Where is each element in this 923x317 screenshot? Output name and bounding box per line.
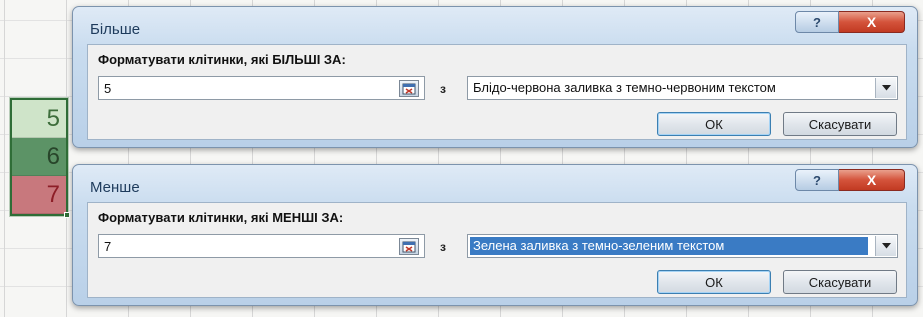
chevron-down-icon[interactable]	[875, 236, 896, 256]
cell-value[interactable]: 6	[12, 138, 66, 176]
ok-button[interactable]: ОК	[657, 270, 771, 294]
threshold-value-input[interactable]	[98, 76, 425, 100]
window-controls: ? X	[795, 11, 905, 33]
collapse-dialog-icon[interactable]	[399, 238, 419, 255]
with-label: з	[440, 240, 446, 254]
fill-handle[interactable]	[64, 212, 70, 218]
dialog-title: Менше	[90, 179, 140, 196]
window-controls: ? X	[795, 169, 905, 191]
format-selected-value: Блідо-червона заливка з темно-червоним т…	[473, 80, 776, 95]
dialog-title: Більше	[90, 21, 141, 38]
close-button[interactable]: X	[839, 169, 905, 191]
format-dropdown[interactable]: Блідо-червона заливка з темно-червоним т…	[467, 76, 898, 100]
format-prompt: Форматувати клітинки, які БІЛЬШІ ЗА:	[98, 52, 346, 67]
greater-than-dialog: Більше ? X Форматувати клітинки, які БІЛ…	[72, 6, 918, 148]
collapse-dialog-icon[interactable]	[399, 80, 419, 97]
with-label: з	[440, 82, 446, 96]
less-than-dialog: Менше ? X Форматувати клітинки, які МЕНШ…	[72, 164, 918, 306]
cancel-button[interactable]: Скасувати	[783, 270, 897, 294]
format-selected-value: Зелена заливка з темно-зеленим текстом	[470, 237, 868, 255]
cell-value[interactable]: 5	[12, 100, 66, 138]
dialog-body: Форматувати клітинки, які БІЛЬШІ ЗА: з Б…	[87, 44, 907, 140]
format-dropdown[interactable]: Зелена заливка з темно-зеленим текстом	[467, 234, 898, 258]
chevron-down-icon[interactable]	[875, 78, 896, 98]
ok-button[interactable]: ОК	[657, 112, 771, 136]
cancel-button[interactable]: Скасувати	[783, 112, 897, 136]
help-button[interactable]: ?	[795, 11, 839, 33]
threshold-value-input[interactable]	[98, 234, 425, 258]
close-button[interactable]: X	[839, 11, 905, 33]
format-prompt: Форматувати клітинки, які МЕНШІ ЗА:	[98, 210, 344, 225]
help-button[interactable]: ?	[795, 169, 839, 191]
dialog-body: Форматувати клітинки, які МЕНШІ ЗА: з Зе…	[87, 202, 907, 298]
selected-cell-range[interactable]: 5 6 7	[10, 98, 70, 218]
cell-value[interactable]: 7	[12, 176, 66, 214]
